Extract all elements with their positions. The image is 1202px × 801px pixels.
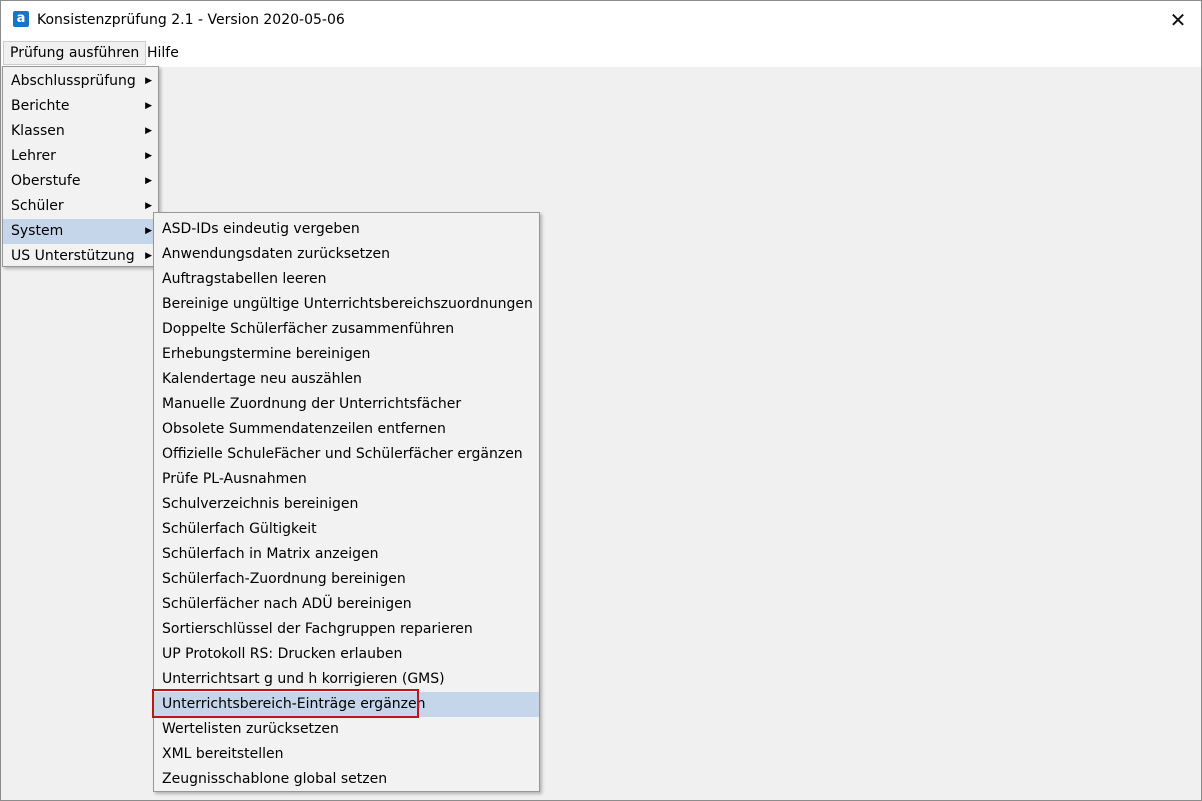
menu-item-label: Schüler [11, 198, 64, 214]
system-submenu: ASD-IDs eindeutig vergeben Anwendungsdat… [153, 212, 540, 792]
menu-item-oberstufe[interactable]: Oberstufe ▶ [3, 169, 158, 194]
menu-item-label: US Unterstützung [11, 248, 135, 264]
window-title: Konsistenzprüfung 2.1 - Version 2020-05-… [37, 12, 345, 28]
submenu-item[interactable]: XML bereitstellen [154, 742, 539, 767]
submenu-item[interactable]: ASD-IDs eindeutig vergeben [154, 217, 539, 242]
menu-item-label: Berichte [11, 98, 70, 114]
close-icon: ✕ [1169, 8, 1187, 32]
submenu-item[interactable]: Bereinige ungültige Unterrichtsbereichsz… [154, 292, 539, 317]
submenu-arrow-icon: ▶ [145, 151, 152, 161]
submenu-item[interactable]: Sortierschlüssel der Fachgruppen reparie… [154, 617, 539, 642]
submenu-item[interactable]: Offizielle SchuleFächer und Schülerfäche… [154, 442, 539, 467]
menu-pruefung-ausfuehren[interactable]: Prüfung ausführen [3, 41, 147, 65]
menu-hilfe[interactable]: Hilfe [141, 41, 185, 65]
menu-item-klassen[interactable]: Klassen ▶ [3, 119, 158, 144]
menu-item-us-unterstuetzung[interactable]: US Unterstützung ▶ [3, 244, 158, 269]
title-bar[interactable]: a Konsistenzprüfung 2.1 - Version 2020-0… [1, 1, 1201, 39]
submenu-item[interactable]: Wertelisten zurücksetzen [154, 717, 539, 742]
submenu-arrow-icon: ▶ [145, 251, 152, 261]
submenu-item[interactable]: Anwendungsdaten zurücksetzen [154, 242, 539, 267]
submenu-item[interactable]: Auftragstabellen leeren [154, 267, 539, 292]
submenu-arrow-icon: ▶ [145, 176, 152, 186]
menu-item-label: Klassen [11, 123, 65, 139]
submenu-item[interactable]: Schülerfächer nach ADÜ bereinigen [154, 592, 539, 617]
submenu-arrow-icon: ▶ [145, 201, 152, 211]
submenu-item[interactable]: Kalendertage neu auszählen [154, 367, 539, 392]
submenu-item[interactable]: Doppelte Schülerfächer zusammenführen [154, 317, 539, 342]
menu-item-label: System [11, 223, 64, 239]
menu-item-label: Oberstufe [11, 173, 81, 189]
submenu-item[interactable]: Schülerfach in Matrix anzeigen [154, 542, 539, 567]
submenu-item[interactable]: UP Protokoll RS: Drucken erlauben [154, 642, 539, 667]
submenu-item[interactable]: Erhebungstermine bereinigen [154, 342, 539, 367]
submenu-item[interactable]: Manuelle Zuordnung der Unterrichtsfächer [154, 392, 539, 417]
submenu-item[interactable]: Zeugnisschablone global setzen [154, 767, 539, 792]
submenu-item[interactable]: Unterrichtsart g und h korrigieren (GMS) [154, 667, 539, 692]
menu-item-system[interactable]: System ▶ [3, 219, 158, 244]
app-icon: a [13, 11, 29, 27]
pruefung-dropdown-menu: Abschlussprüfung ▶ Berichte ▶ Klassen ▶ … [2, 66, 159, 267]
submenu-item[interactable]: Obsolete Summendatenzeilen entfernen [154, 417, 539, 442]
submenu-item[interactable]: Schülerfach Gültigkeit [154, 517, 539, 542]
submenu-arrow-icon: ▶ [145, 76, 152, 86]
submenu-item-unterrichtsbereich-eintraege[interactable]: Unterrichtsbereich-Einträge ergänzen [154, 692, 539, 717]
submenu-item[interactable]: Schülerfach-Zuordnung bereinigen [154, 567, 539, 592]
menu-item-lehrer[interactable]: Lehrer ▶ [3, 144, 158, 169]
menu-item-label: Lehrer [11, 148, 56, 164]
submenu-item[interactable]: Schulverzeichnis bereinigen [154, 492, 539, 517]
menu-item-label: Abschlussprüfung [11, 73, 136, 89]
menu-item-schueler[interactable]: Schüler ▶ [3, 194, 158, 219]
close-button[interactable]: ✕ [1155, 1, 1201, 39]
menu-item-abschlusspruefung[interactable]: Abschlussprüfung ▶ [3, 69, 158, 94]
submenu-arrow-icon: ▶ [145, 126, 152, 136]
submenu-arrow-icon: ▶ [145, 101, 152, 111]
submenu-arrow-icon: ▶ [145, 226, 152, 236]
menu-item-berichte[interactable]: Berichte ▶ [3, 94, 158, 119]
menu-bar: Prüfung ausführen Hilfe [1, 39, 1201, 68]
submenu-item[interactable]: Prüfe PL-Ausnahmen [154, 467, 539, 492]
